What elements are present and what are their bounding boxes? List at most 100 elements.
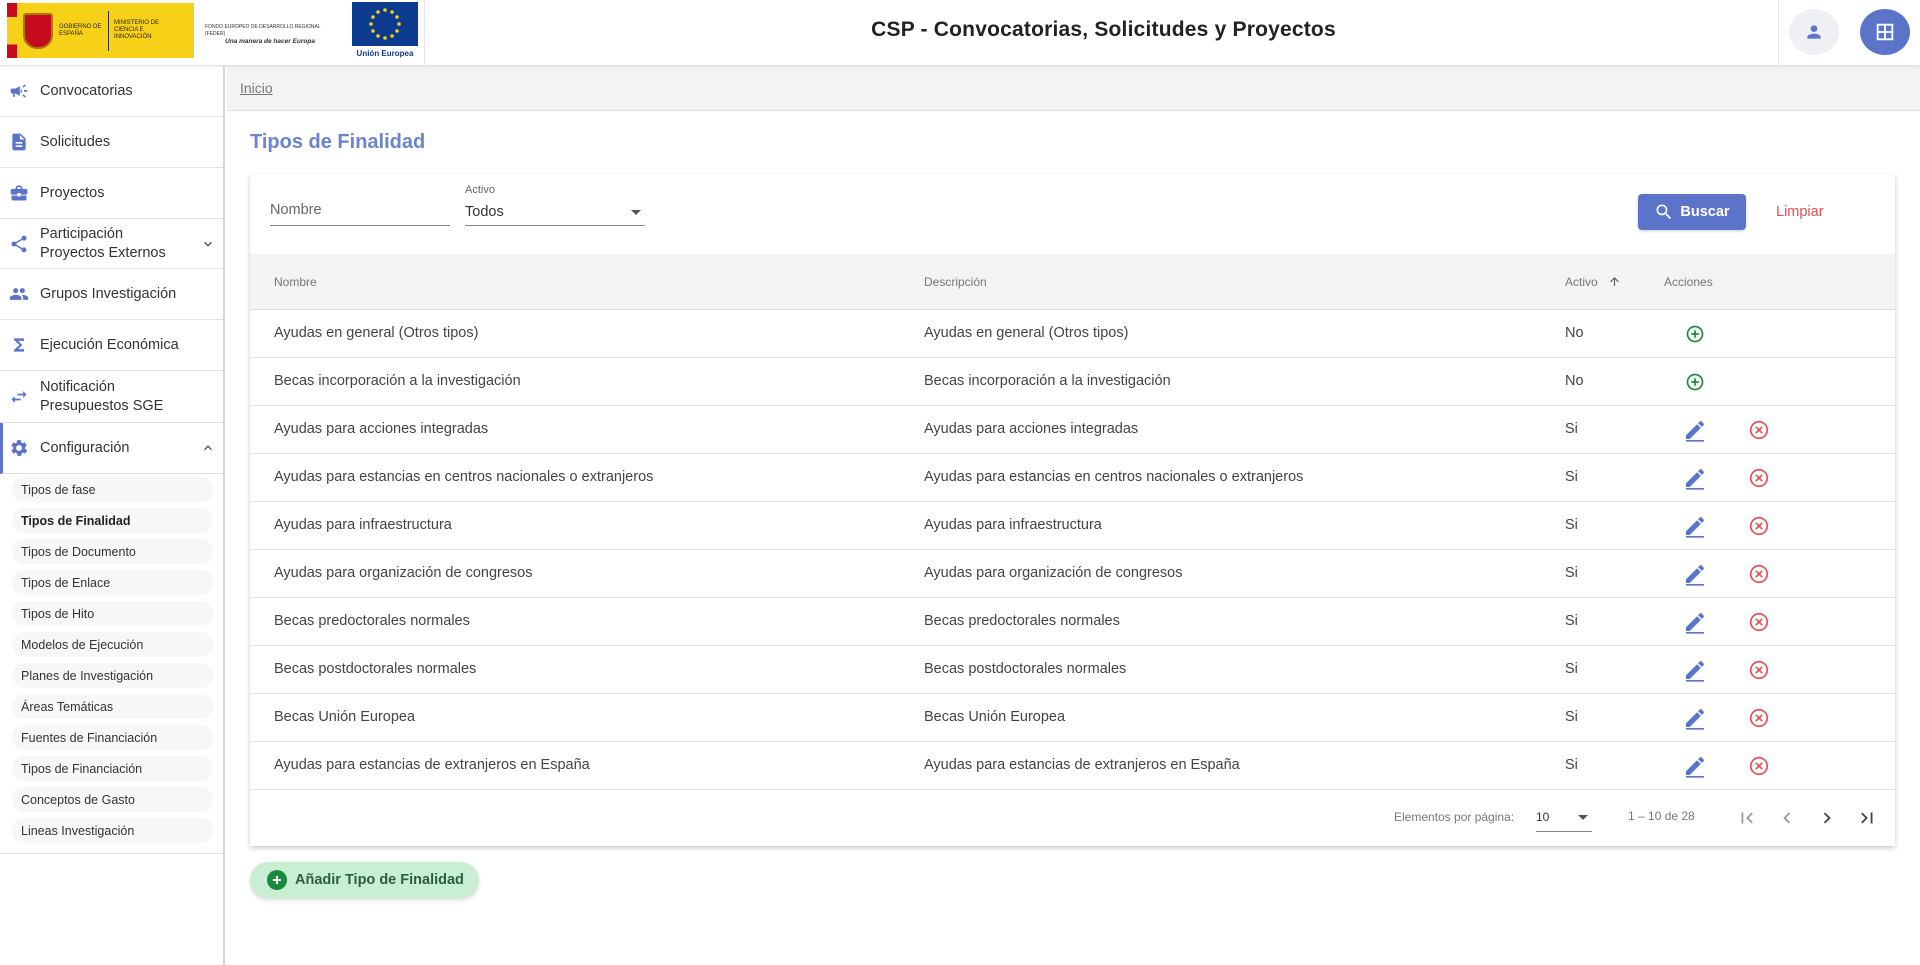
sidebar-item-solicitudes[interactable]: Solicitudes <box>0 117 223 168</box>
table-row: Becas postdoctorales normales Becas postd… <box>250 646 1895 694</box>
last-page-button[interactable] <box>1854 805 1880 831</box>
submenu-item-tipos-de-enlace[interactable]: Tipos de Enlace <box>12 570 213 595</box>
deactivate-button[interactable] <box>1747 610 1771 634</box>
deactivate-button[interactable] <box>1747 418 1771 442</box>
sidebar-item-label: Participación Proyectos Externos <box>40 225 166 261</box>
cancel-circle-icon <box>1748 419 1770 441</box>
briefcase-icon <box>9 183 29 203</box>
sidebar-item-proyectos[interactable]: Proyectos <box>0 168 223 219</box>
submenu-item-tipos-de-finalidad[interactable]: Tipos de Finalidad <box>12 508 213 533</box>
cell-nombre: Ayudas para estancias en centros naciona… <box>274 469 654 485</box>
submenu-item-tipos-de-fase[interactable]: Tipos de fase <box>12 477 213 502</box>
sidebar-item-configuracion[interactable]: Configuración <box>0 423 223 474</box>
sidebar-item-participacion-proyectos-externos[interactable]: Participación Proyectos Externos <box>0 219 223 269</box>
edit-icon <box>1683 610 1707 634</box>
cancel-circle-icon <box>1748 611 1770 633</box>
submenu-item-tipos-de-hito[interactable]: Tipos de Hito <box>12 601 213 626</box>
last-page-icon <box>1861 812 1873 824</box>
col-header-descripcion[interactable]: Descripción <box>924 275 987 289</box>
edit-button[interactable] <box>1683 514 1707 538</box>
edit-icon <box>1683 418 1707 442</box>
reactivate-button[interactable] <box>1683 322 1707 346</box>
nombre-input[interactable] <box>270 196 450 218</box>
limpiar-button[interactable]: Limpiar <box>1776 204 1824 220</box>
share-icon <box>9 234 29 254</box>
first-page-button[interactable] <box>1734 805 1760 831</box>
user-menu-button[interactable] <box>1789 9 1839 55</box>
arrow-up-icon <box>1610 277 1619 286</box>
breadcrumb-inicio[interactable]: Inicio <box>240 80 273 96</box>
table-row: Ayudas para organización de congresos Ayu… <box>250 550 1895 598</box>
add-tipo-finalidad-button[interactable]: Añadir Tipo de Finalidad <box>250 862 479 898</box>
cell-nombre: Ayudas para infraestructura <box>274 517 452 533</box>
cell-descripcion: Ayudas para acciones integradas <box>924 421 1139 437</box>
sidebar-item-label: Configuración <box>40 440 130 456</box>
breadcrumb-bar: Inicio <box>227 66 1920 111</box>
deactivate-button[interactable] <box>1747 562 1771 586</box>
sidebar-item-notificacion-presupuestos[interactable]: Notificación Presupuestos SGE <box>0 371 223 423</box>
buscar-label: Buscar <box>1680 204 1730 220</box>
deactivate-button[interactable] <box>1747 754 1771 778</box>
edit-button[interactable] <box>1683 754 1707 778</box>
document-icon <box>9 132 29 152</box>
edit-button[interactable] <box>1683 466 1707 490</box>
submenu-item-modelos-de-ejecucion[interactable]: Modelos de Ejecución <box>12 632 213 657</box>
cell-activo: Si <box>1565 757 1578 773</box>
chevron-right-icon <box>1823 812 1831 824</box>
deactivate-button[interactable] <box>1747 706 1771 730</box>
edit-button[interactable] <box>1683 658 1707 682</box>
table-row: Ayudas para infraestructura Ayudas para i… <box>250 502 1895 550</box>
submenu-item-tipos-de-financiacion[interactable]: Tipos de Financiación <box>12 756 213 781</box>
activo-select[interactable]: Activo Todos <box>465 184 645 226</box>
col-header-activo[interactable]: Activo <box>1565 275 1598 289</box>
nombre-field[interactable] <box>270 196 450 226</box>
col-header-acciones: Acciones <box>1664 275 1713 289</box>
next-page-button[interactable] <box>1814 805 1840 831</box>
cell-descripcion: Ayudas para estancias en centros naciona… <box>924 469 1304 485</box>
edit-button[interactable] <box>1683 562 1707 586</box>
submenu-item-lineas-investigacion[interactable]: Lineas Investigación <box>12 818 213 843</box>
submenu-item-planes-de-investigacion[interactable]: Planes de Investigación <box>12 663 213 688</box>
edit-button[interactable] <box>1683 418 1707 442</box>
apps-button[interactable] <box>1860 9 1910 55</box>
page-size-select[interactable]: 10 <box>1536 806 1592 832</box>
gear-icon <box>9 438 29 458</box>
sidebar-item-label: Notificación Presupuestos SGE <box>40 378 164 414</box>
col-header-nombre[interactable]: Nombre <box>274 275 317 289</box>
sidebar: Convocatorias Solicitudes Proyectos Part… <box>0 66 225 965</box>
app-title: CSP - Convocatorias, Solicitudes y Proye… <box>871 18 1336 41</box>
cell-activo: No <box>1565 373 1584 389</box>
page-range: 1 – 10 de 28 <box>1628 809 1695 823</box>
cell-activo: Si <box>1565 613 1578 629</box>
table-row: Becas Unión Europea Becas Unión Europea Si <box>250 694 1895 742</box>
cell-activo: Si <box>1565 421 1578 437</box>
submenu-item-fuentes-de-financiacion[interactable]: Fuentes de Financiación <box>12 725 213 750</box>
deactivate-button[interactable] <box>1747 514 1771 538</box>
dropdown-arrow-icon <box>1578 815 1588 820</box>
edit-icon <box>1683 514 1707 538</box>
previous-page-button[interactable] <box>1774 805 1800 831</box>
reactivate-button[interactable] <box>1683 370 1707 394</box>
edit-button[interactable] <box>1683 706 1707 730</box>
sidebar-item-label: Convocatorias <box>40 83 133 99</box>
chevron-up-icon <box>204 445 212 451</box>
submenu-item-areas-tematicas[interactable]: Áreas Temáticas <box>12 694 213 719</box>
sidebar-item-grupos-investigacion[interactable]: Grupos Investigación <box>0 269 223 320</box>
table-row: Becas predoctorales normales Becas predoc… <box>250 598 1895 646</box>
sidebar-item-ejecucion-economica[interactable]: Ejecución Económica <box>0 320 223 371</box>
submenu-item-conceptos-de-gasto[interactable]: Conceptos de Gasto <box>12 787 213 812</box>
table-row: Ayudas en general (Otros tipos) Ayudas en… <box>250 310 1895 358</box>
deactivate-button[interactable] <box>1747 466 1771 490</box>
submenu-item-tipos-de-documento[interactable]: Tipos de Documento <box>12 539 213 564</box>
cell-nombre: Becas postdoctorales normales <box>274 661 477 677</box>
cell-nombre: Ayudas para organización de congresos <box>274 565 533 581</box>
sidebar-item-convocatorias[interactable]: Convocatorias <box>0 66 223 117</box>
cell-descripcion: Becas Unión Europea <box>924 709 1066 725</box>
deactivate-button[interactable] <box>1747 658 1771 682</box>
cell-activo: Si <box>1565 517 1578 533</box>
cell-nombre: Ayudas en general (Otros tipos) <box>274 325 479 341</box>
edit-button[interactable] <box>1683 610 1707 634</box>
cell-descripcion: Becas predoctorales normales <box>924 613 1120 629</box>
buscar-button[interactable]: Buscar <box>1638 194 1746 230</box>
cell-nombre: Ayudas para estancias de extranjeros en … <box>274 757 590 773</box>
